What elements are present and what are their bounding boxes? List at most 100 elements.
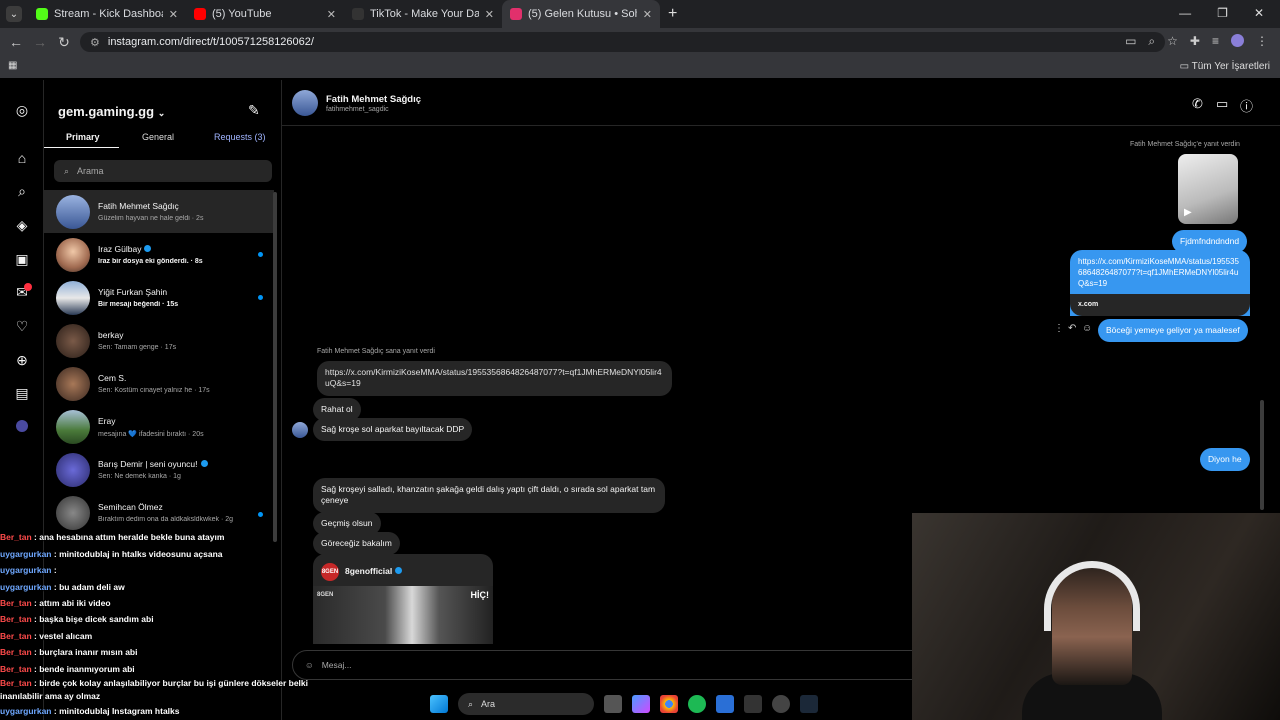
more-options-icon[interactable]: ⋮ — [1054, 323, 1064, 334]
windows-start-icon[interactable] — [430, 695, 448, 713]
message-bubble[interactable]: Sağ kroşeyi salladı, khanzatın şakağa ge… — [313, 478, 665, 513]
zoom-icon[interactable]: ⌕ — [1148, 34, 1155, 49]
thread-item[interactable]: Fatih Mehmet Sağdıç Güzelim hayvan ne hal… — [44, 190, 274, 233]
thread-name: berkay — [98, 330, 124, 340]
tab-tiktok[interactable]: TikTok - Make Your Day ✕ — [344, 0, 502, 28]
back-icon[interactable]: ← — [4, 34, 28, 50]
spotify-icon[interactable] — [688, 695, 706, 713]
thread-preview: mesajına 💙 ifadesini bıraktı · 20s — [98, 430, 204, 438]
task-view-icon[interactable] — [604, 695, 622, 713]
chat-username: uygargurkan — [0, 581, 52, 592]
reply-icon[interactable]: ↶ — [1068, 323, 1076, 334]
instagram-logo-icon[interactable]: ◎ — [12, 100, 32, 120]
new-tab-icon[interactable]: + — [668, 5, 677, 23]
emoji-react-icon[interactable]: ☺ — [1082, 323, 1092, 334]
chat-username: Ber_tan — [0, 647, 32, 658]
inbox-scrollbar[interactable] — [273, 192, 277, 542]
reel-thumbnail[interactable]: ▶ — [1178, 154, 1238, 224]
thread-item[interactable]: Iraz Gülbay Iraz bir dosya eki gönderdi. … — [44, 233, 274, 276]
shared-account-name: 8genofficial — [345, 566, 393, 576]
chrome-icon[interactable] — [660, 695, 678, 713]
thread-item[interactable]: Cem S. Sen: Kostüm cinayet yalnız he · 17… — [44, 362, 274, 405]
message-bubble[interactable]: Diyon he — [1200, 448, 1250, 472]
message-input[interactable]: ☺ Mesaj... — [292, 650, 932, 680]
obs-icon[interactable] — [772, 695, 790, 713]
cast-icon[interactable]: ▭ — [1125, 34, 1136, 49]
reload-icon[interactable]: ↻ — [52, 34, 76, 51]
search-placeholder: Arama — [77, 166, 104, 176]
thread-item[interactable]: berkay Sen: Tamam genge · 17s — [44, 319, 274, 362]
all-bookmarks-link[interactable]: ▭ Tüm Yer İşaretleri — [1180, 61, 1270, 72]
avatar — [56, 366, 90, 401]
explore-icon[interactable]: ◈ — [12, 215, 32, 235]
address-bar-row: ← → ↻ ⚙ instagram.com/direct/t/100571258… — [0, 28, 1280, 56]
tab-instagram[interactable]: (5) Gelen Kutusu • Sohbetler ✕ — [502, 0, 660, 28]
avatar[interactable] — [292, 90, 318, 116]
chat-line: uygargurkan : minitodublaj Instagram hta… — [0, 706, 180, 717]
tab-kick[interactable]: Stream - Kick Dashboard ✕ — [28, 0, 186, 28]
taskbar-search[interactable]: ⌕ Ara — [458, 693, 594, 715]
live-app-icon[interactable] — [744, 695, 762, 713]
chat-username: uygargurkan — [0, 548, 52, 559]
tab-search-icon[interactable]: ⌄ — [6, 6, 22, 22]
info-icon[interactable]: ⓘ — [1240, 96, 1253, 115]
minimize-icon[interactable]: — — [1179, 6, 1191, 20]
close-icon[interactable]: ✕ — [485, 8, 494, 21]
thread-preview: Iraz bir dosya eki gönderdi. · 8s — [98, 258, 203, 265]
link-domain: x.com — [1078, 301, 1099, 308]
store-icon[interactable] — [716, 695, 734, 713]
unread-dot — [258, 295, 263, 300]
copilot-icon[interactable] — [632, 695, 650, 713]
tab-general[interactable]: General — [142, 132, 174, 142]
search-icon[interactable]: ⌕ — [12, 181, 32, 201]
message-bubble[interactable]: Sağ kroşe sol aparkat bayıltacak DDP — [313, 418, 473, 442]
chat-username: Ber_tan — [0, 630, 32, 641]
chat-message: ana hesabına attım heralde bekle buna at… — [39, 532, 225, 543]
chat-message: bende inanmıyorum abi — [39, 663, 135, 674]
video-call-icon[interactable]: ▭ — [1216, 96, 1228, 112]
link-preview-footer[interactable]: x.com — [1070, 294, 1250, 316]
thread-item[interactable]: Eray mesajına 💙 ifadesini bıraktı · 20s — [44, 405, 274, 448]
forward-icon[interactable]: → — [28, 34, 52, 50]
thread-item[interactable]: Yiğit Furkan Şahin Bir mesajı beğendi · 1… — [44, 276, 274, 319]
tab-youtube[interactable]: (5) YouTube ✕ — [186, 0, 344, 28]
apps-grid-icon[interactable]: ▦ — [8, 60, 17, 71]
extensions-icon[interactable]: ✚ — [1190, 34, 1200, 49]
quoted-message[interactable]: https://x.com/KirmiziKoseMMA/status/1955… — [317, 361, 672, 396]
bookmark-star-icon[interactable]: ☆ — [1167, 34, 1178, 49]
reels-icon[interactable]: ▣ — [12, 249, 32, 269]
link-text: https://x.com/KirmiziKoseMMA/status/1955… — [1078, 257, 1239, 289]
avatar — [56, 194, 90, 229]
steam-icon[interactable] — [800, 695, 818, 713]
message-bubble[interactable]: Böceği yemeye geliyor ya maalesef — [1098, 319, 1248, 343]
thread-item[interactable]: Barış Demir | seni oyuncu! Sen: Ne demek … — [44, 448, 274, 491]
conversation-name[interactable]: Fatih Mehmet Sağdıç — [326, 94, 421, 105]
chat-message: bu adam deli aw — [59, 581, 125, 592]
compose-icon[interactable]: ✎ — [248, 102, 260, 119]
create-icon[interactable]: ⊕ — [12, 350, 32, 370]
profile-icon[interactable] — [12, 416, 32, 436]
close-icon[interactable]: ✕ — [327, 8, 336, 21]
account-switcher[interactable]: gem.gaming.gg ⌄ — [58, 104, 165, 119]
profile-avatar-icon[interactable] — [1231, 34, 1244, 47]
instagram-icon — [510, 8, 522, 20]
close-window-icon[interactable]: ✕ — [1254, 6, 1264, 20]
phone-icon[interactable]: ✆ — [1192, 96, 1203, 112]
shared-post[interactable]: 8GEN 8genofficial 8GEN HİÇ! — [313, 554, 493, 644]
dashboard-icon[interactable]: ▤ — [12, 383, 32, 403]
home-icon[interactable]: ⌂ — [12, 148, 32, 168]
conversation-scrollbar[interactable] — [1260, 400, 1264, 510]
chat-line: uygargurkan : — [0, 565, 57, 576]
close-icon[interactable]: ✕ — [643, 8, 652, 21]
menu-icon[interactable]: ⋮ — [1256, 34, 1268, 49]
search-input[interactable]: ⌕ Arama — [54, 160, 272, 182]
restore-icon[interactable]: ❐ — [1217, 6, 1228, 20]
close-icon[interactable]: ✕ — [169, 8, 178, 21]
tab-requests[interactable]: Requests (3) — [214, 132, 266, 142]
chat-message: burçlara inanır mısın abi — [39, 647, 138, 658]
tab-primary[interactable]: Primary — [66, 132, 100, 142]
url-field[interactable]: ⚙ instagram.com/direct/t/100571258126062… — [80, 32, 1165, 52]
reading-list-icon[interactable]: ≡ — [1212, 34, 1219, 49]
site-info-icon[interactable]: ⚙ — [90, 36, 100, 49]
notifications-icon[interactable]: ♡ — [12, 316, 32, 336]
